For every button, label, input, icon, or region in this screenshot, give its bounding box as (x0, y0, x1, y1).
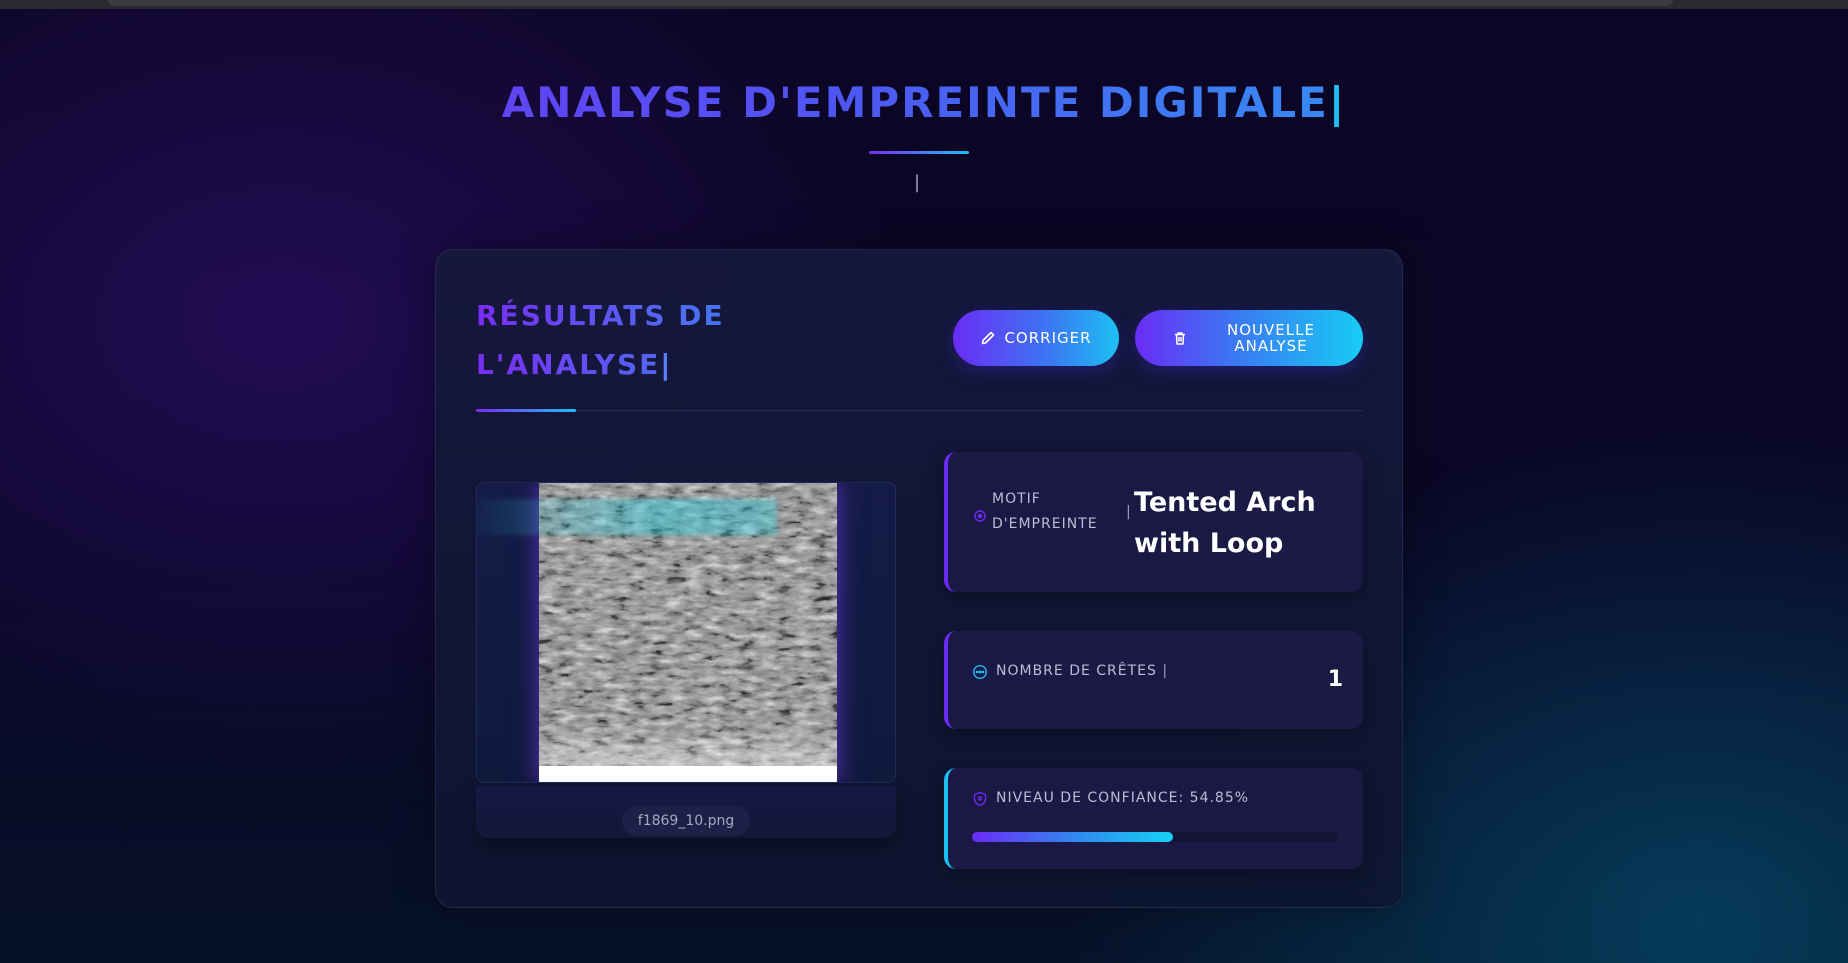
title-underline (869, 151, 969, 154)
browser-top-bar (0, 0, 1848, 9)
confidence-progress-bar (972, 832, 1338, 842)
image-caption-bar: f1869_10.png (476, 786, 896, 838)
results-title-text: RÉSULTATS DE L'ANALYSE (476, 299, 725, 381)
new-analysis-button-label: NOUVELLE ANALYSE (1227, 321, 1315, 355)
browser-tab-strip (108, 0, 1673, 6)
image-filename: f1869_10.png (622, 806, 750, 836)
subtitle: | (914, 172, 921, 193)
ridges-value: 1 (1327, 667, 1343, 692)
pattern-label-cursor: | (1126, 504, 1132, 520)
pencil-icon (980, 330, 996, 346)
ridges-label: NOMBRE DE CRÊTES | (996, 659, 1168, 684)
results-title: RÉSULTATS DE L'ANALYSE| (476, 291, 816, 389)
correct-button-label: CORRIGER (1004, 329, 1092, 347)
target-icon (972, 508, 988, 524)
page-title: ANALYSE D'EMPREINTE DIGITALE| (0, 78, 1848, 127)
pattern-label: MOTIF D'EMPREINTE (992, 487, 1122, 537)
typing-cursor: | (660, 348, 673, 381)
new-analysis-button[interactable]: NOUVELLE ANALYSE (1135, 310, 1363, 366)
ridges-label-cursor: | (1162, 663, 1169, 679)
typing-cursor: | (1328, 78, 1347, 127)
pattern-card: MOTIF D'EMPREINTE | Tented Arch with Loo… (944, 452, 1363, 592)
divider (476, 410, 1363, 411)
page: ANALYSE D'EMPREINTE DIGITALE| | RÉSULTAT… (0, 0, 1848, 963)
ridges-label-text: NOMBRE DE CRÊTES (996, 663, 1157, 679)
trash-icon (1172, 330, 1188, 346)
fingerprint-image-panel (476, 482, 896, 783)
ridges-card: NOMBRE DE CRÊTES | 1 (944, 631, 1363, 729)
correct-button[interactable]: CORRIGER (953, 310, 1119, 366)
confidence-progress-fill (972, 832, 1173, 842)
page-title-text: ANALYSE D'EMPREINTE DIGITALE (501, 78, 1329, 127)
pattern-value: Tented Arch with Loop (1134, 487, 1316, 559)
results-card: RÉSULTATS DE L'ANALYSE| CORRIGER NOUVELL… (435, 249, 1403, 908)
pattern-label-text: MOTIF D'EMPREINTE (992, 491, 1098, 532)
confidence-card: NIVEAU DE CONFIANCE: 54.85% (944, 768, 1363, 869)
shield-icon (972, 791, 988, 807)
results-title-underline (476, 409, 576, 412)
dots-circle-icon (972, 664, 988, 680)
confidence-label: NIVEAU DE CONFIANCE: 54.85% (996, 790, 1250, 806)
scan-line (477, 499, 777, 535)
